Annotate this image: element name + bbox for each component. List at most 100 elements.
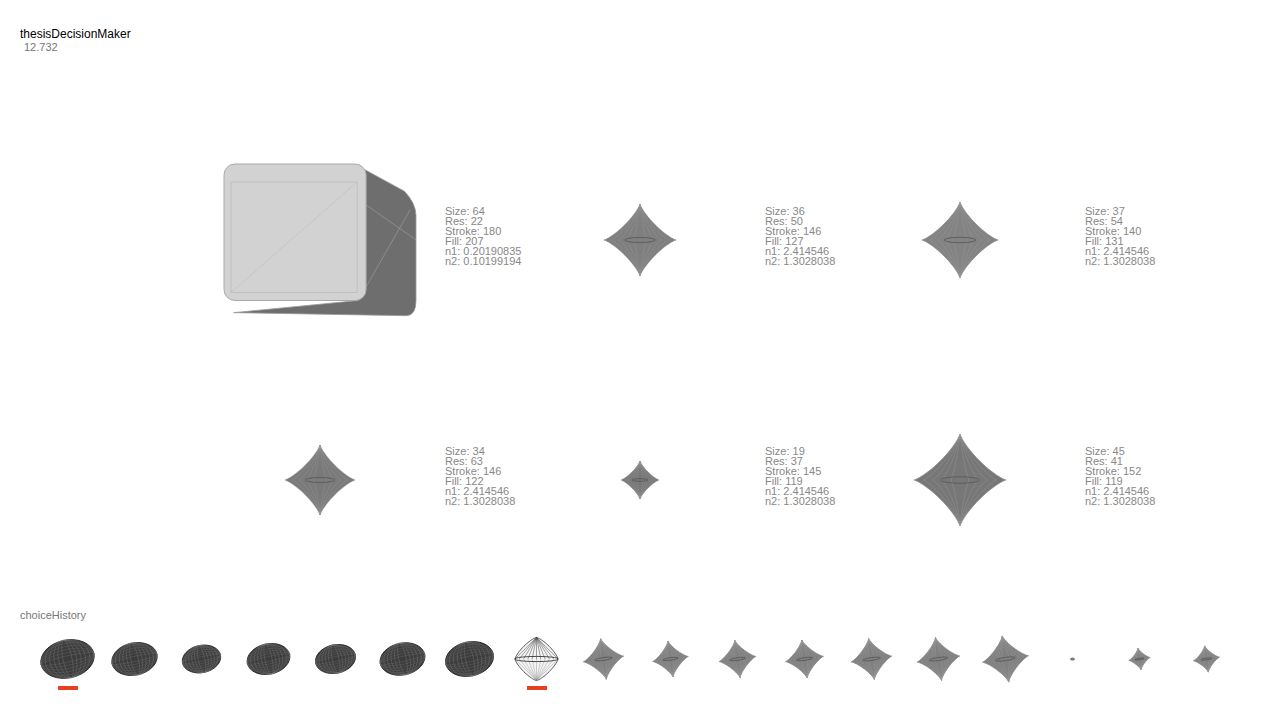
selection-marker <box>192 686 212 690</box>
selection-marker <box>1130 686 1150 690</box>
astroid-shape[interactable] <box>515 360 765 600</box>
history-item[interactable] <box>570 634 637 690</box>
app-header: thesisDecisionMaker12.732 <box>0 0 1280 53</box>
history-item[interactable] <box>168 634 235 690</box>
parameter-line: n2: 1.3028038 <box>1085 496 1155 506</box>
parameter-line: n1: 2.414546 <box>445 486 515 496</box>
parameter-line: n2: 1.3028038 <box>445 496 515 506</box>
parameter-line: Stroke: 140 <box>1085 226 1155 236</box>
ellipsoid-thumbnail <box>34 634 101 684</box>
parameter-line: n2: 1.3028038 <box>765 496 835 506</box>
selection-marker <box>58 686 78 690</box>
shape-figure <box>599 199 681 281</box>
parameter-line: Stroke: 145 <box>765 466 835 476</box>
candidate-card[interactable]: Size: 34Res: 63Stroke: 146Fill: 122n1: 2… <box>160 360 480 600</box>
selection-marker <box>460 686 480 690</box>
astroid-shape[interactable] <box>835 360 1085 600</box>
parameter-list: Size: 37Res: 54Stroke: 140Fill: 131n1: 2… <box>1085 206 1155 274</box>
parameter-list: Size: 36Res: 50Stroke: 146Fill: 127n1: 2… <box>765 206 835 274</box>
history-item[interactable] <box>637 634 704 690</box>
parameter-line: n2: 1.3028038 <box>765 256 835 266</box>
history-item[interactable] <box>704 634 771 690</box>
ellipsoid-thumbnail <box>235 634 302 684</box>
candidate-card[interactable]: Size: 45Res: 41Stroke: 152Fill: 119n1: 2… <box>800 360 1120 600</box>
astroid-thumbnail <box>1173 634 1240 684</box>
parameter-line: Stroke: 146 <box>765 226 835 236</box>
parameter-line: Fill: 131 <box>1085 236 1155 246</box>
parameter-line: Fill: 119 <box>765 476 835 486</box>
history-item[interactable] <box>101 634 168 690</box>
ellipsoid-thumbnail <box>302 634 369 684</box>
parameter-line: n1: 2.414546 <box>765 486 835 496</box>
selection-marker <box>1063 686 1083 690</box>
shape-figure <box>616 456 664 504</box>
ellipsoid-thumbnail <box>101 634 168 684</box>
selection-marker <box>527 686 547 690</box>
astroid-shape[interactable] <box>195 360 445 600</box>
history-item[interactable] <box>436 634 503 690</box>
parameter-list: Size: 19Res: 37Stroke: 145Fill: 119n1: 2… <box>765 446 835 514</box>
selection-marker <box>795 686 815 690</box>
parameter-line: Stroke: 152 <box>1085 466 1155 476</box>
candidate-card[interactable]: Size: 37Res: 54Stroke: 140Fill: 131n1: 2… <box>800 120 1120 360</box>
history-item[interactable] <box>1173 634 1240 690</box>
parameter-line: Res: 37 <box>765 456 835 466</box>
selection-marker <box>1197 686 1217 690</box>
spindle-thumbnail <box>503 634 570 684</box>
astroid-thumbnail <box>570 634 637 684</box>
ellipsoid-thumbnail <box>436 634 503 684</box>
astroid-thumbnail <box>1106 634 1173 684</box>
parameter-list: Size: 45Res: 41Stroke: 152Fill: 119n1: 2… <box>1085 446 1155 514</box>
selection-marker <box>661 686 681 690</box>
astroid-thumbnail <box>838 634 905 684</box>
parameter-line: Stroke: 146 <box>445 466 515 476</box>
parameter-line: n2: 0.10199194 <box>445 256 521 266</box>
astroid-shape[interactable] <box>515 120 765 360</box>
history-item[interactable] <box>302 634 369 690</box>
astroid-thumbnail <box>972 634 1039 684</box>
parameter-line: Fill: 122 <box>445 476 515 486</box>
astroid-thumbnail <box>637 634 704 684</box>
parameter-line: Fill: 127 <box>765 236 835 246</box>
dot-thumbnail <box>1039 634 1106 684</box>
parameter-line: Res: 41 <box>1085 456 1155 466</box>
parameter-list: Size: 64Res: 22Stroke: 180Fill: 207n1: 0… <box>445 206 521 274</box>
history-item[interactable] <box>235 634 302 690</box>
score-value: 12.732 <box>20 41 1280 53</box>
candidate-card[interactable]: Size: 64Res: 22Stroke: 180Fill: 207n1: 0… <box>160 120 480 360</box>
cube-shape[interactable] <box>195 120 445 360</box>
parameter-line: Stroke: 180 <box>445 226 521 236</box>
selection-marker <box>393 686 413 690</box>
history-item[interactable] <box>972 634 1039 690</box>
parameter-line: Size: 37 <box>1085 206 1155 216</box>
ellipsoid-thumbnail <box>168 634 235 684</box>
parameter-line: Res: 54 <box>1085 216 1155 226</box>
parameter-line: Res: 50 <box>765 216 835 226</box>
selection-marker <box>862 686 882 690</box>
shape-figure <box>221 161 419 319</box>
candidate-card[interactable]: Size: 19Res: 37Stroke: 145Fill: 119n1: 2… <box>480 360 800 600</box>
history-item[interactable] <box>838 634 905 690</box>
parameter-line: Size: 34 <box>445 446 515 456</box>
selection-marker <box>594 686 614 690</box>
history-item[interactable] <box>369 634 436 690</box>
shape-figure <box>280 440 360 520</box>
history-item[interactable] <box>1106 634 1173 690</box>
history-item[interactable] <box>1039 634 1106 690</box>
parameter-line: n1: 2.414546 <box>1085 486 1155 496</box>
parameter-list: Size: 34Res: 63Stroke: 146Fill: 122n1: 2… <box>445 446 515 514</box>
selection-marker <box>996 686 1016 690</box>
astroid-thumbnail <box>771 634 838 684</box>
candidate-card[interactable]: Size: 36Res: 50Stroke: 146Fill: 127n1: 2… <box>480 120 800 360</box>
history-item[interactable] <box>905 634 972 690</box>
astroid-shape[interactable] <box>835 120 1085 360</box>
history-item[interactable] <box>503 634 570 690</box>
parameter-line: Fill: 207 <box>445 236 521 246</box>
history-item[interactable] <box>34 634 101 690</box>
selection-marker <box>326 686 346 690</box>
parameter-line: n1: 0.20190835 <box>445 246 521 256</box>
parameter-line: Res: 63 <box>445 456 515 466</box>
history-item[interactable] <box>771 634 838 690</box>
parameter-line: n1: 2.414546 <box>765 246 835 256</box>
astroid-thumbnail <box>704 634 771 684</box>
